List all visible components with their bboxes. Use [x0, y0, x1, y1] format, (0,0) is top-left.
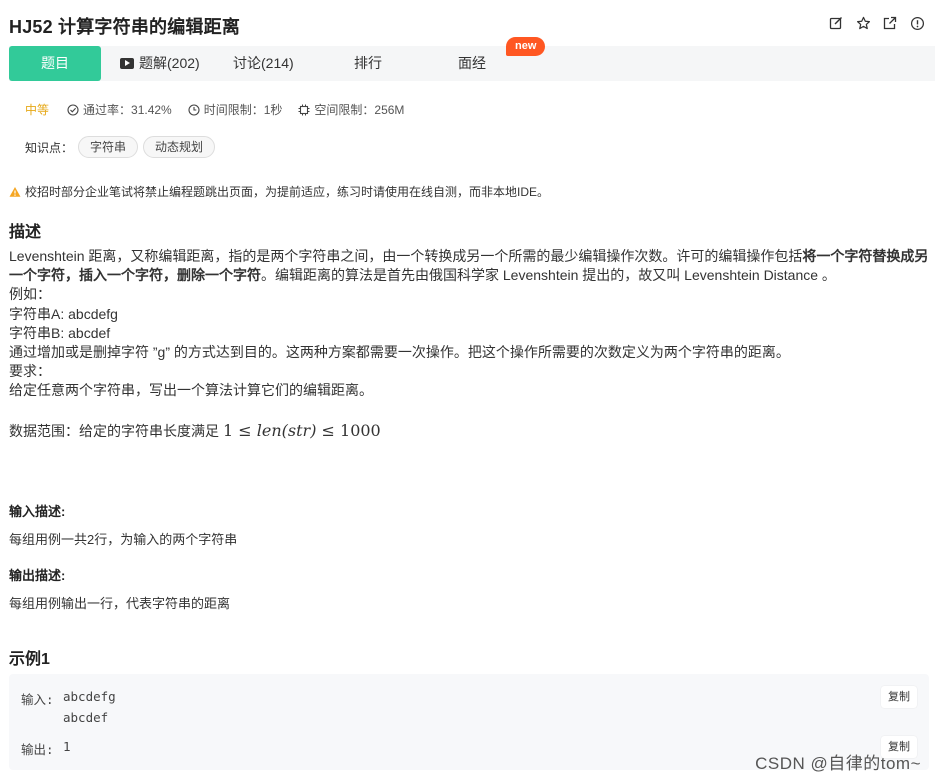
tab-solution-label: 题解(202) — [139, 55, 200, 71]
copy-input-button[interactable]: 复制 — [881, 686, 917, 708]
example-output-value: 1 — [63, 739, 71, 754]
desc-string-a: 字符串A: abcdefg — [9, 305, 118, 322]
tab-interview[interactable]: 面经 — [458, 46, 486, 81]
range-label: 数据范围：给定的字符串长度满足 — [9, 423, 219, 439]
check-circle-icon — [67, 103, 79, 116]
description-body: Levenshtein 距离，又称编辑距离，指的是两个字符串之间，由一个转换成另… — [9, 247, 929, 401]
range-formula: 1 ≤ len(str) ≤ 1000 — [223, 421, 381, 440]
report-icon[interactable] — [909, 15, 925, 31]
problem-tabs: 题目 题解(202) 讨论(214) 排行 面经 — [9, 46, 935, 81]
share-icon[interactable] — [882, 15, 898, 31]
header-actions — [828, 15, 925, 31]
warning-text: 校招时部分企业笔试将禁止编程题跳出页面，为提前适应，练习时请使用在线自测，而非本… — [25, 185, 550, 199]
description-heading: 描述 — [9, 224, 42, 241]
output-desc-text: 每组用例输出一行，代表字符串的距离 — [9, 596, 231, 611]
tab-discuss[interactable]: 讨论(214) — [233, 46, 294, 81]
description-paragraph: Levenshtein 距离，又称编辑距离，指的是两个字符串之间，由一个转换成另… — [9, 247, 929, 285]
time-limit: 时间限制：1秒 — [188, 101, 283, 118]
desc-task: 给定任意两个字符串，写出一个算法计算它们的编辑距离。 — [9, 382, 373, 399]
desc-example-label: 例如： — [9, 286, 51, 303]
knowledge-tags: 知识点： 字符串 动态规划 — [25, 136, 216, 158]
difficulty-badge: 中等 — [25, 103, 50, 117]
example-input-line-2: abcdef — [63, 710, 109, 725]
example-output-label: 输出: — [21, 742, 54, 757]
input-desc-text: 每组用例一共2行，为输入的两个字符串 — [9, 532, 238, 547]
star-icon[interactable] — [855, 15, 871, 31]
exam-warning: 校招时部分企业笔试将禁止编程题跳出页面，为提前适应，练习时请使用在线自测，而非本… — [9, 183, 549, 200]
tag-dynamic-programming[interactable]: 动态规划 — [143, 136, 216, 158]
desc-text-a: Levenshtein 距离，又称编辑距离，指的是两个字符串之间，由一个转换成另… — [9, 248, 803, 264]
problem-title: HJ52 计算字符串的编辑距离 — [9, 17, 241, 37]
output-desc-heading: 输出描述: — [9, 568, 66, 583]
tab-problem[interactable]: 题目 — [9, 46, 101, 81]
input-desc-heading: 输入描述: — [9, 504, 66, 519]
example-input-label: 输入: — [21, 692, 54, 707]
tags-label: 知识点： — [25, 140, 74, 155]
example-input-line-1: abcdefg — [63, 689, 116, 704]
desc-string-b: 字符串B: abcdef — [9, 324, 111, 341]
pass-rate-text: 通过率：31.42% — [83, 103, 172, 117]
pass-rate: 通过率：31.42% — [67, 101, 172, 118]
math-lhs: 1 ≤ — [223, 421, 257, 440]
problem-meta: 中等 通过率：31.42% 时间限制：1秒 空间限制：256M — [25, 101, 420, 118]
memory-limit: 空间限制：256M — [298, 101, 404, 118]
desc-requirement-label: 要求： — [9, 363, 51, 380]
example-heading: 示例1 — [9, 651, 50, 668]
desc-text-b: 。编辑距离的算法是首先由俄国科学家 Levenshtein 提出的，故又叫 Le… — [261, 267, 836, 284]
math-func: len — [256, 421, 282, 440]
csdn-watermark: CSDN @自律的tom~ — [755, 754, 921, 773]
tag-string[interactable]: 字符串 — [78, 136, 139, 158]
tab-rank[interactable]: 排行 — [354, 46, 382, 81]
math-rhs: ≤ 1000 — [316, 421, 381, 440]
desc-explain: 通过增加或是删掉字符 ”g” 的方式达到目的。这两种方案都需要一次操作。把这个操… — [9, 344, 790, 361]
clock-icon — [188, 103, 200, 116]
math-arg: (str) — [281, 421, 317, 440]
memory-icon — [298, 104, 310, 115]
memory-limit-text: 空间限制：256M — [314, 103, 405, 117]
tab-solution[interactable]: 题解(202) — [120, 46, 200, 81]
data-range: 数据范围：给定的字符串长度满足 1 ≤ len(str) ≤ 1000 — [9, 421, 381, 441]
video-icon — [120, 58, 134, 69]
warning-icon — [9, 186, 21, 197]
edit-icon[interactable] — [828, 15, 844, 31]
new-badge: new — [506, 37, 546, 56]
time-limit-text: 时间限制：1秒 — [203, 103, 283, 117]
